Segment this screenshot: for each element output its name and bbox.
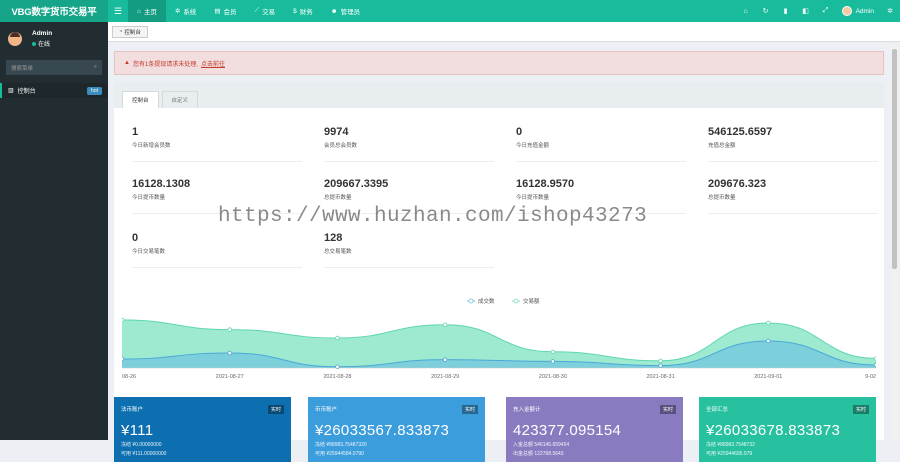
data-point: [873, 356, 876, 361]
fullscreen-icon[interactable]: ⤢: [816, 7, 836, 15]
nav-item-admins[interactable]: ☻ 管理员: [322, 0, 369, 22]
legend-marker: [468, 298, 474, 304]
trash-icon[interactable]: ▮: [776, 7, 796, 15]
data-point: [442, 357, 448, 362]
alert-link[interactable]: 点击前往: [201, 59, 225, 68]
stat-total-deposit: 546125.6597 充值总金额: [708, 126, 878, 162]
language-icon[interactable]: ◧: [796, 7, 816, 15]
watermark: https://www.huzhan.com/ishop43273: [218, 205, 648, 228]
refresh-icon[interactable]: ↻: [756, 7, 776, 15]
x-tick-label: 2021-08-30: [539, 374, 567, 380]
warning-icon: ▲: [124, 60, 130, 66]
user-menu[interactable]: Admin: [836, 6, 880, 16]
dashboard-icon: ◔: [119, 28, 123, 35]
dollar-icon: $: [293, 7, 297, 15]
withdraw-alert: ▲ 您有1条提现请求未处理, 点击前往: [114, 51, 884, 75]
data-point: [227, 327, 232, 332]
data-point: [550, 359, 556, 364]
x-tick-label: 2021-08-28: [323, 374, 351, 380]
x-tick-label: 2021-08-27: [216, 374, 244, 380]
online-dot-icon: [32, 41, 36, 46]
avatar: [8, 32, 22, 46]
user-name: Admin: [32, 30, 53, 37]
card-fiat-account: 法币账户 实时 ¥111 冻结 ¥0.00000000 可用 ¥111.00000…: [114, 397, 291, 462]
nav-item-finance[interactable]: $ 财务: [284, 0, 322, 22]
stat-today-trades: 0 今日交易笔数: [132, 232, 302, 268]
main-nav: ⌂ 主页 ✲ 系统 ▤ 会员 ⟋ 交易 $ 财务 ☻ 管理员: [128, 0, 369, 22]
hamburger-icon[interactable]: ☰: [108, 6, 128, 17]
data-point: [766, 338, 771, 344]
hot-badge: hot: [87, 86, 102, 95]
data-point: [766, 320, 771, 326]
dashboard-panel: 控制台 自定义 1 今日新增会员数 9974 会员总会员数 0 今日充值金额 5461…: [114, 82, 884, 462]
panel-tabs: 控制台 自定义: [114, 82, 884, 108]
legend-marker: [513, 298, 519, 304]
data-point: [873, 362, 876, 368]
scrollbar-thumb[interactable]: [892, 49, 897, 269]
home-icon: ⌂: [137, 7, 141, 15]
stat-today-deposit: 0 今日充值金额: [516, 126, 686, 162]
app-logo[interactable]: VBG数字货币交易平: [0, 0, 108, 22]
data-point: [122, 356, 125, 362]
tab-custom[interactable]: 自定义: [161, 91, 199, 108]
stat-today-new-members: 1 今日新增会员数: [132, 126, 302, 162]
list-icon: ▤: [214, 8, 221, 15]
page-scrollbar[interactable]: [891, 44, 898, 440]
users-icon: ☻: [330, 7, 338, 15]
top-right-tools: ⌂ ↻ ▮ ◧ ⤢ Admin ✲: [736, 0, 900, 22]
stat-total-withdraw-2: 209676.323 总提币数量: [708, 178, 878, 214]
cogs-icon: ✲: [174, 8, 181, 15]
nav-item-members[interactable]: ▤ 会员: [205, 0, 245, 22]
user-panel: Admin 在线: [0, 22, 108, 56]
legend-label: 交易额: [523, 297, 540, 305]
data-point: [227, 350, 232, 356]
data-point: [442, 322, 448, 327]
data-point: [658, 358, 663, 363]
data-point: [335, 335, 340, 341]
x-tick-label: 2021-08-31: [647, 374, 675, 380]
bar-chart-icon: ▥: [8, 88, 14, 94]
line-chart-icon: ⟋: [254, 7, 260, 14]
user-status: 在线: [32, 39, 52, 48]
sidebar-search-input[interactable]: 搜索菜单 ⌕: [6, 60, 102, 75]
search-icon[interactable]: ⌕: [94, 64, 97, 71]
x-tick-label: 9-02: [865, 374, 876, 380]
tab-console[interactable]: 控制台: [122, 91, 159, 108]
page-tabbar: ◔ 控制台: [108, 22, 900, 42]
data-point: [122, 317, 125, 323]
top-navbar: VBG数字货币交易平 ☰ ⌂ 主页 ✲ 系统 ▤ 会员 ⟋ 交易 $ 财务 ☻ 管理员 ⌂ …: [0, 0, 900, 22]
card-summary: 全部汇总 实时 ¥26033678.833873 冻结 ¥88983.754873…: [699, 397, 876, 462]
trade-area-chart: 08-26 2021-08-27 2021-08-28 2021-08-29 2021-…: [122, 297, 876, 380]
legend-label: 成交数: [478, 297, 495, 305]
stat-total-trades: 128 总交易笔数: [324, 232, 494, 268]
x-tick-label: 2021-09-01: [754, 374, 782, 380]
nav-item-home[interactable]: ⌂ 主页: [128, 0, 166, 22]
data-point: [550, 349, 556, 354]
avatar: [841, 6, 852, 16]
nav-item-trade[interactable]: ⟋ 交易: [246, 0, 285, 22]
main-content: ◔ 控制台 ▲ 您有1条提现请求未处理, 点击前往 控制台 自定义 1 今日新增会员…: [108, 22, 900, 462]
home-icon[interactable]: ⌂: [736, 8, 756, 15]
nav-item-system[interactable]: ✲ 系统: [166, 0, 205, 22]
gears-icon[interactable]: ✲: [880, 7, 900, 15]
stat-total-members: 9974 会员总会员数: [324, 126, 494, 162]
sidebar-item-dashboard[interactable]: ▥ 控制台 hot: [0, 83, 108, 98]
card-coin-account: 币币账户 实时 ¥26033567.833873 冻结 ¥88983.754873…: [308, 397, 485, 462]
card-deposit-total: 充入金额计 实时 423377.095154 入金总额 546145.659454…: [506, 397, 683, 462]
tab-dashboard[interactable]: ◔ 控制台: [112, 25, 148, 38]
data-point: [658, 363, 663, 368]
sidebar: Admin 在线 搜索菜单 ⌕ ▥ 控制台 hot: [0, 22, 108, 440]
x-tick-label: 2021-08-29: [431, 374, 459, 380]
x-tick-label: 08-26: [122, 374, 136, 380]
